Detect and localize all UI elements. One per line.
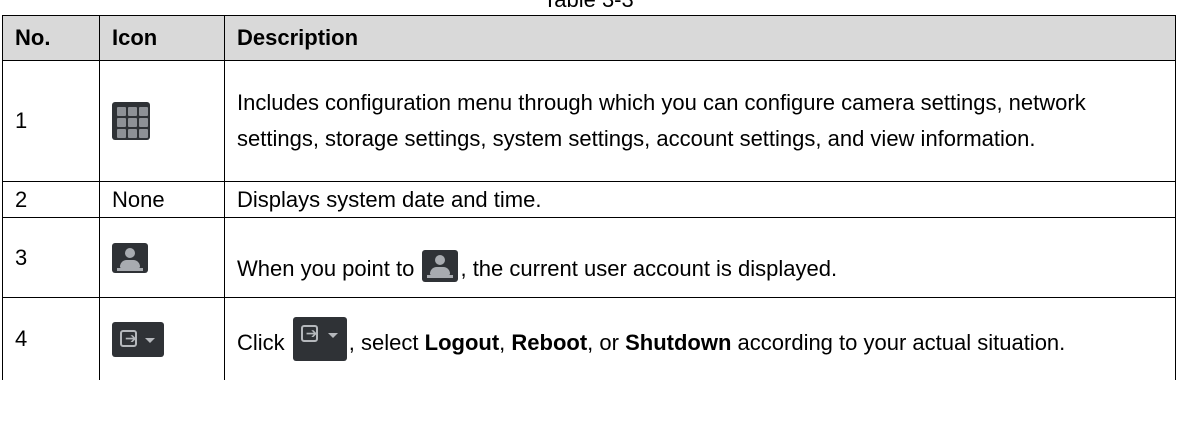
row-description: Click ➔ , select Logout, Reboot, or Shut… [224,297,1176,380]
option-reboot: Reboot [511,330,588,355]
header-description: Description [224,15,1176,61]
row-number: 3 [2,217,100,298]
desc-select: , select [348,330,419,355]
desc-text-before: When you point to [237,255,415,281]
user-icon [422,249,459,282]
desc-comma: , [499,330,506,355]
icon-description-table: No. Icon Description 1 Includes configur… [2,15,1176,380]
header-no: No. [2,15,100,61]
table-row: 1 Includes configuration menu through wh… [2,60,1176,182]
icon-text: None [99,181,225,218]
table-row: 3 When you point to , the current user a… [2,217,1176,298]
table-header-row: No. Icon Description [2,15,1176,61]
icon-cell [99,217,225,298]
desc-click: Click [237,330,285,355]
desc-text-after: , the current user account is displayed. [460,255,838,281]
table-row: 4 ➔ Click ➔ , select Logout, Reboot, or … [2,297,1176,380]
grid-menu-icon [112,102,150,140]
icon-cell [99,60,225,182]
desc-tail: according to your actual situation. [737,330,1066,355]
row-description: Displays system date and time. [224,181,1176,218]
row-number: 1 [2,60,100,182]
option-shutdown: Shutdown [625,330,732,355]
table-caption: Table 3-3 [0,0,1177,12]
row-description: Includes configuration menu through whic… [224,60,1176,182]
row-number: 2 [2,181,100,218]
user-icon [112,242,148,273]
row-description: When you point to , the current user acc… [224,217,1176,298]
icon-cell: ➔ [99,297,225,380]
header-icon: Icon [99,15,225,61]
option-logout: Logout [424,330,500,355]
table-row: 2 None Displays system date and time. [2,181,1176,218]
logout-menu-icon: ➔ [292,317,347,361]
desc-or: , or [587,330,619,355]
logout-menu-icon: ➔ [112,321,164,357]
row-number: 4 [2,297,100,380]
